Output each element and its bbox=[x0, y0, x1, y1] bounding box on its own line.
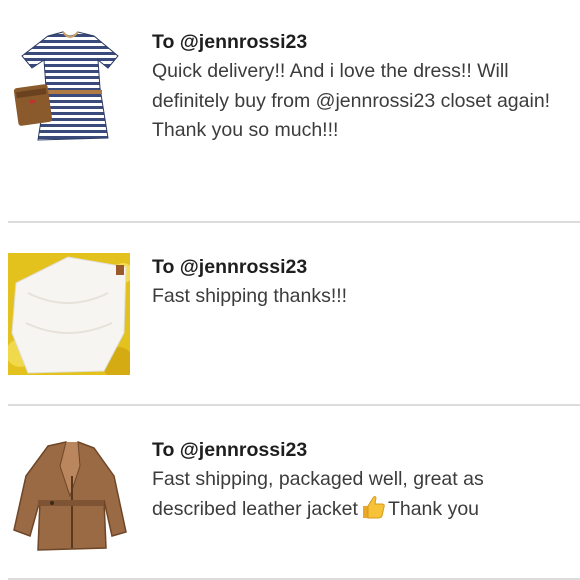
review-item: To @jennrossi23 Quick delivery!! And i l… bbox=[0, 0, 580, 220]
leather-jacket-photo bbox=[8, 436, 130, 558]
review-recipient[interactable]: To @jennrossi23 bbox=[152, 255, 576, 279]
review-message: Fast shipping thanks!!! bbox=[152, 282, 576, 312]
thumbs-up-icon bbox=[360, 495, 386, 529]
review-recipient[interactable]: To @jennrossi23 bbox=[152, 438, 576, 462]
review-message-text: Thank you bbox=[387, 497, 480, 520]
review-message-line: Fast shipping, packaged well, great as bbox=[152, 468, 484, 490]
review-recipient[interactable]: To @jennrossi23 bbox=[152, 30, 576, 54]
striped-dress-thumbnail[interactable] bbox=[8, 28, 130, 150]
review-item: To @jennrossi23 Fast shipping, packaged … bbox=[0, 406, 580, 580]
review-message-line: described leather jacket Thank you bbox=[152, 495, 576, 529]
review-message-line: definitely buy from @jennrossi23 closet … bbox=[152, 89, 551, 112]
review-message: Quick delivery!! And i love the dress!! … bbox=[152, 57, 576, 146]
review-message-line: Thank you so much!!! bbox=[152, 119, 339, 141]
white-top-photo bbox=[8, 253, 130, 375]
white-top-thumbnail[interactable] bbox=[8, 253, 130, 375]
review-message-line: Quick delivery!! And i love the dress!! … bbox=[152, 60, 509, 82]
review-message-text: described leather jacket bbox=[152, 497, 358, 520]
review-message: Fast shipping, packaged well, great as d… bbox=[152, 465, 576, 528]
review-message-line: Fast shipping thanks!!! bbox=[152, 285, 348, 307]
review-item: To @jennrossi23 Fast shipping thanks!!! bbox=[0, 223, 580, 403]
striped-dress-photo bbox=[8, 28, 130, 150]
leather-jacket-thumbnail[interactable] bbox=[8, 436, 130, 558]
